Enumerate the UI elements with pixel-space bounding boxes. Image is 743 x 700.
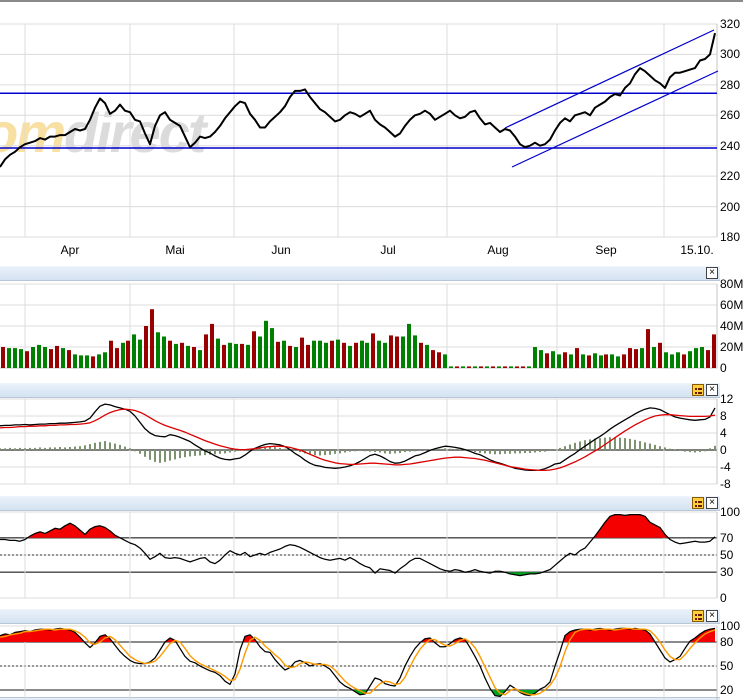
y-axis-label: 220 xyxy=(720,169,741,184)
x-axis-label: 15.10. xyxy=(680,243,714,257)
y-axis-label: 70 xyxy=(720,530,734,545)
y-axis-label: -4 xyxy=(720,460,731,474)
y-axis-label: 20M xyxy=(720,340,743,354)
y-axis-label: -8 xyxy=(720,477,731,491)
chart-canvas[interactable] xyxy=(0,0,743,700)
y-axis-label: 240 xyxy=(720,138,741,153)
y-axis-label: 60M xyxy=(720,298,743,312)
x-axis-label: Jun xyxy=(271,243,291,257)
y-axis-label: 0 xyxy=(720,443,727,457)
y-axis-label: 30 xyxy=(720,565,734,580)
y-axis-label: 4 xyxy=(720,426,727,440)
y-axis-label: 8 xyxy=(720,409,727,423)
y-axis-label: 200 xyxy=(720,199,741,214)
y-axis-label: 180 xyxy=(720,229,741,244)
y-axis-label: 40M xyxy=(720,319,743,333)
y-axis-label: 50 xyxy=(720,659,734,673)
x-axis-label: Sep xyxy=(595,243,617,257)
y-axis-label: 80M xyxy=(720,277,743,291)
y-axis-label: 100 xyxy=(720,505,741,519)
x-axis-label: Apr xyxy=(60,243,80,257)
x-axis-label: Jul xyxy=(380,243,396,257)
y-axis-label: 80 xyxy=(720,635,734,649)
y-axis-label: 0 xyxy=(720,591,727,605)
x-axis-label: Mai xyxy=(165,243,185,257)
y-axis-label: 50 xyxy=(720,548,734,562)
y-axis-label: 20 xyxy=(720,683,734,697)
y-axis-label: 12 xyxy=(720,392,734,406)
y-axis-label: 300 xyxy=(720,47,741,62)
x-axis-label: Aug xyxy=(487,243,509,257)
chart-application: omdirect × × × × 32030028026024022020018… xyxy=(0,0,743,700)
y-axis-label: 260 xyxy=(720,108,741,123)
y-axis-label: 0 xyxy=(720,361,727,375)
y-axis-label: 100 xyxy=(720,619,741,633)
y-axis-label: 320 xyxy=(720,17,741,31)
y-axis-label: 280 xyxy=(720,77,741,92)
